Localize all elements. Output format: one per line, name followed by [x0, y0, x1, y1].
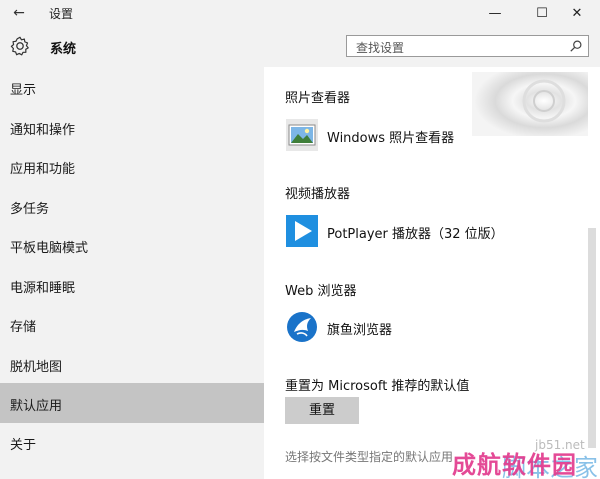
settings-header: 系统 查找设置 — [0, 27, 600, 67]
photo-viewer-icon — [286, 119, 318, 151]
photo-viewer-heading: 照片查看器 — [285, 91, 351, 106]
minimize-button[interactable]: — — [472, 0, 518, 27]
section-title: 系统 — [50, 42, 77, 57]
web-browser-app-name: 旗鱼浏览器 — [327, 323, 393, 338]
sidebar: 显示 通知和操作 应用和功能 多任务 平板电脑模式 电源和睡眠 存储 脱机地图 … — [0, 67, 264, 479]
sidebar-item-offline-maps[interactable]: 脱机地图 — [0, 344, 264, 384]
sidebar-item-label: 电源和睡眠 — [10, 281, 76, 296]
potplayer-icon — [286, 215, 318, 247]
sidebar-item-label: 存储 — [10, 320, 37, 335]
photo-viewer-app-name: Windows 照片查看器 — [327, 131, 455, 146]
browser-icon — [286, 311, 318, 343]
sidebar-item-tablet-mode[interactable]: 平板电脑模式 — [0, 225, 264, 265]
sidebar-item-storage[interactable]: 存储 — [0, 304, 264, 344]
web-browser-app-button[interactable]: 旗鱼浏览器 — [285, 310, 545, 346]
video-player-app-button[interactable]: PotPlayer 播放器（32 位版） — [285, 214, 545, 250]
sidebar-item-label: 默认应用 — [10, 399, 63, 414]
sidebar-item-power[interactable]: 电源和睡眠 — [0, 265, 264, 305]
sidebar-item-label: 脱机地图 — [10, 360, 63, 375]
watermark-text: 成航软件园 — [452, 451, 577, 479]
choose-defaults-by-file-type-link[interactable]: 选择按文件类型指定的默认应用 — [285, 448, 453, 465]
close-button[interactable]: ✕ — [554, 0, 600, 27]
video-player-heading: 视频播放器 — [285, 187, 351, 202]
sidebar-item-display[interactable]: 显示 — [0, 67, 264, 107]
video-player-app-name: PotPlayer 播放器（32 位版） — [327, 227, 504, 242]
sidebar-item-notifications[interactable]: 通知和操作 — [0, 107, 264, 147]
back-button[interactable]: ← — [6, 3, 32, 23]
sidebar-item-label: 通知和操作 — [10, 123, 76, 138]
window-title: 设置 — [49, 7, 74, 21]
web-browser-heading: Web 浏览器 — [285, 284, 357, 299]
title-bar: ← 设置 — ☐ ✕ — [0, 0, 600, 27]
sidebar-item-label: 应用和功能 — [10, 162, 76, 177]
scrollbar[interactable] — [588, 228, 596, 448]
sidebar-item-label: 显示 — [10, 83, 37, 98]
gear-icon — [10, 36, 29, 56]
reset-button[interactable]: 重置 — [285, 397, 359, 424]
search-input[interactable]: 查找设置 — [346, 35, 589, 57]
sidebar-item-default-apps[interactable]: 默认应用 — [0, 383, 264, 423]
sidebar-item-multitasking[interactable]: 多任务 — [0, 186, 264, 226]
sidebar-item-about[interactable]: 关于 — [0, 422, 264, 462]
sidebar-item-label: 平板电脑模式 — [10, 241, 89, 256]
search-icon[interactable] — [569, 39, 583, 53]
search-placeholder: 查找设置 — [356, 41, 405, 55]
photo-viewer-app-button[interactable]: Windows 照片查看器 — [285, 118, 545, 154]
sidebar-item-label: 多任务 — [10, 202, 50, 217]
sidebar-item-apps[interactable]: 应用和功能 — [0, 146, 264, 186]
reset-heading: 重置为 Microsoft 推荐的默认值 — [285, 379, 470, 394]
sidebar-item-label: 关于 — [10, 438, 37, 453]
